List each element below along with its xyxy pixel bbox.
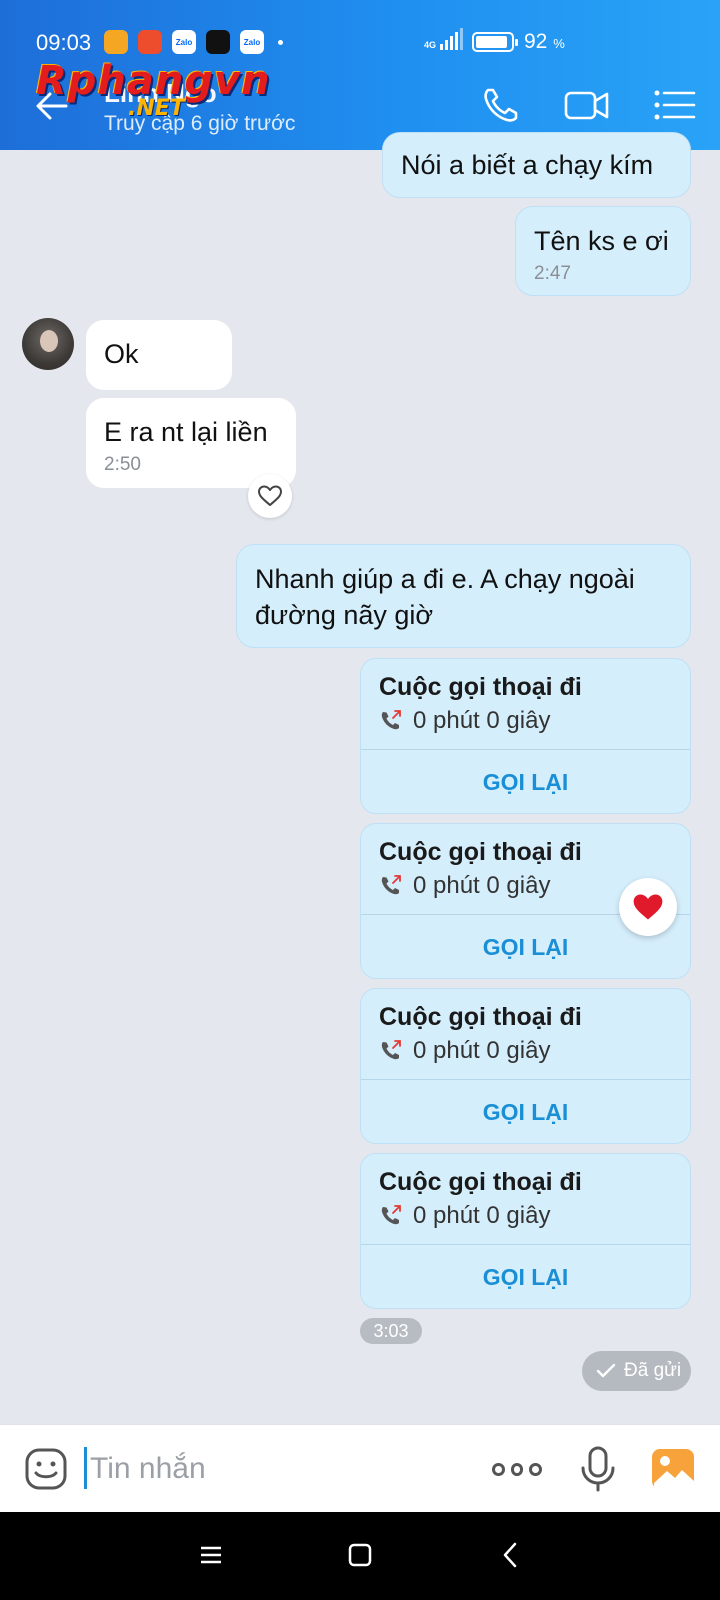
sent-status-text: Đã gửi	[624, 1360, 682, 1381]
call-duration: 0 phút 0 giây	[379, 1202, 550, 1230]
call-duration: 0 phút 0 giây	[379, 872, 550, 900]
message-bubble[interactable]: Nói a biết a chạy kím	[382, 132, 691, 198]
call-title: Cuộc gọi thoại đi	[379, 1003, 582, 1031]
reaction-heart-button[interactable]	[248, 474, 292, 518]
message-bubble[interactable]: Ok	[86, 320, 232, 390]
network-type: 4G	[424, 40, 437, 50]
video-call-icon[interactable]	[564, 82, 610, 128]
call-back-button[interactable]: GỌI LẠI	[361, 1079, 690, 1143]
message-text: E ra nt lại liền	[104, 417, 268, 447]
zalo-icon: Zalo	[240, 30, 264, 54]
call-title: Cuộc gọi thoại đi	[379, 673, 582, 701]
recent-apps-icon[interactable]	[196, 1540, 226, 1570]
call-title: Cuộc gọi thoại đi	[379, 838, 582, 866]
zalo-icon: Zalo	[172, 30, 196, 54]
watermark-suffix: .NET	[128, 96, 185, 121]
call-back-button[interactable]: GỌI LẠI	[361, 749, 690, 813]
back-nav-icon[interactable]	[496, 1540, 526, 1570]
network-indicator: 4G	[424, 28, 464, 50]
outgoing-call-icon	[381, 1040, 401, 1060]
message-text: Tên ks e ơi	[534, 226, 669, 256]
outgoing-call-icon	[381, 875, 401, 895]
more-options-icon[interactable]	[492, 1457, 543, 1481]
message-time: 2:47	[534, 263, 571, 284]
message-text: Ok	[104, 339, 139, 369]
message-composer	[0, 1424, 720, 1512]
shopee-icon	[138, 30, 162, 54]
contact-avatar[interactable]	[22, 318, 74, 370]
chat-header: 09:03 Zalo Zalo 4G 92 % Linh Ngo Truy cậ…	[0, 0, 720, 150]
call-duration: 0 phút 0 giây	[379, 707, 550, 735]
call-title: Cuộc gọi thoại đi	[379, 1168, 582, 1196]
call-duration: 0 phút 0 giây	[379, 1037, 550, 1065]
text-caret	[84, 1447, 87, 1489]
message-time: 2:50	[104, 454, 141, 475]
voice-call-icon[interactable]	[478, 82, 524, 128]
menu-icon[interactable]	[652, 82, 698, 128]
status-time: 09:03	[36, 30, 92, 55]
message-bubble[interactable]: Tên ks e ơi 2:47	[515, 206, 691, 296]
home-icon[interactable]	[345, 1540, 375, 1570]
call-log-card[interactable]: Cuộc gọi thoại đi 0 phút 0 giây GỌI LẠI	[360, 988, 691, 1144]
checkmark-icon	[596, 1363, 616, 1378]
outgoing-call-icon	[381, 710, 401, 730]
battery-icon	[472, 32, 518, 52]
message-group-time: 3:03	[360, 1318, 422, 1344]
sent-status-badge: Đã gửi	[582, 1351, 691, 1391]
system-navigation-bar	[0, 1512, 720, 1600]
tiktok-icon	[206, 30, 230, 54]
notification-icons: Zalo Zalo	[104, 30, 283, 54]
call-log-card[interactable]: Cuộc gọi thoại đi 0 phút 0 giây GỌI LẠI	[360, 1153, 691, 1309]
signal-icon	[440, 28, 464, 50]
sticker-emoji-icon[interactable]	[24, 1447, 68, 1491]
gallery-image-icon[interactable]	[650, 1447, 696, 1491]
reaction-love-badge[interactable]	[619, 878, 677, 936]
message-bubble[interactable]: Nhanh giúp a đi e. A chạy ngoài đường nã…	[236, 544, 691, 648]
heart-outline-icon	[258, 485, 282, 506]
red-heart-icon	[633, 894, 663, 920]
more-notifications-dot	[278, 40, 283, 45]
battery-fill	[476, 36, 508, 48]
battery-text: 92 %	[524, 30, 565, 53]
app-notification-icon	[104, 30, 128, 54]
message-text: Nhanh giúp a đi e. A chạy ngoài đường nã…	[255, 564, 635, 630]
call-back-button[interactable]: GỌI LẠI	[361, 1244, 690, 1308]
message-text: Nói a biết a chạy kím	[401, 150, 654, 180]
microphone-icon[interactable]	[578, 1445, 618, 1493]
call-log-card[interactable]: Cuộc gọi thoại đi 0 phút 0 giây GỌI LẠI	[360, 658, 691, 814]
message-input[interactable]	[90, 1443, 470, 1495]
outgoing-call-icon	[381, 1205, 401, 1225]
